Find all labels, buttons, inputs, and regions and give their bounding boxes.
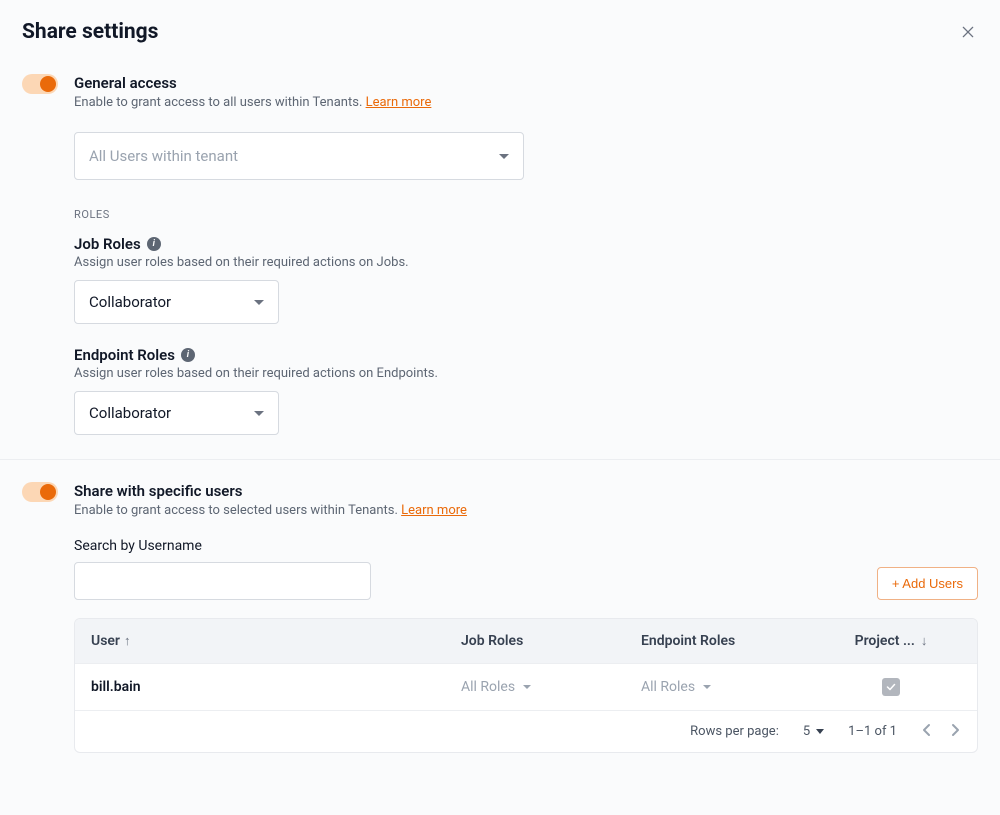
job-roles-select-value: Collaborator [89, 293, 171, 311]
chevron-left-icon [921, 723, 931, 737]
check-icon [885, 681, 897, 693]
chevron-down-icon [816, 729, 824, 734]
close-button[interactable] [958, 22, 978, 42]
tenant-select[interactable]: All Users within tenant [74, 132, 524, 180]
specific-users-section: Share with specific users Enable to gran… [22, 482, 978, 753]
column-header-endpoint-roles[interactable]: Endpoint Roles [641, 633, 821, 649]
job-roles-heading-text: Job Roles [74, 235, 141, 253]
close-icon [960, 24, 976, 40]
rows-per-page-select[interactable]: 5 [803, 724, 824, 739]
sort-descending-icon: ↓ [921, 633, 928, 649]
job-roles-cell-value: All Roles [461, 679, 515, 695]
column-header-user[interactable]: User ↑ [91, 633, 461, 649]
chevron-down-icon [523, 685, 531, 689]
chevron-down-icon [254, 300, 264, 305]
search-username-label: Search by Username [74, 538, 978, 554]
job-roles-desc: Assign user roles based on their require… [74, 255, 978, 270]
chevron-down-icon [499, 154, 509, 159]
page-title: Share settings [22, 20, 158, 44]
specific-users-toggle[interactable] [22, 482, 58, 502]
next-page-button[interactable] [951, 721, 961, 742]
user-cell: bill.bain [91, 679, 461, 695]
endpoint-roles-select-value: Collaborator [89, 404, 171, 422]
job-roles-select[interactable]: Collaborator [74, 280, 279, 324]
previous-page-button[interactable] [921, 721, 931, 742]
general-learn-more-link[interactable]: Learn more [366, 95, 432, 110]
endpoint-roles-desc: Assign user roles based on their require… [74, 366, 978, 381]
general-access-desc-text: Enable to grant access to all users with… [74, 95, 366, 110]
column-header-project[interactable]: Project ... ↓ [821, 633, 961, 649]
endpoint-roles-select[interactable]: Collaborator [74, 391, 279, 435]
section-divider [0, 459, 1000, 460]
column-header-job-roles[interactable]: Job Roles [461, 633, 641, 649]
search-username-input[interactable] [74, 562, 371, 600]
chevron-right-icon [951, 723, 961, 737]
job-roles-cell[interactable]: All Roles [461, 679, 641, 695]
general-access-description: Enable to grant access to all users with… [74, 95, 978, 110]
general-access-toggle[interactable] [22, 74, 58, 94]
chevron-down-icon [703, 685, 711, 689]
search-row: + Add Users [74, 562, 978, 600]
specific-users-desc-text: Enable to grant access to selected users… [74, 503, 401, 518]
pagination-range-text: 1–1 of 1 [848, 724, 897, 739]
roles-section-label: ROLES [74, 208, 978, 221]
toggle-knob-icon [40, 484, 56, 500]
info-icon[interactable]: i [181, 348, 195, 362]
table-header-row: User ↑ Job Roles Endpoint Roles Project … [75, 619, 977, 663]
sort-ascending-icon: ↑ [124, 633, 131, 649]
chevron-down-icon [254, 411, 264, 416]
info-icon[interactable]: i [147, 237, 161, 251]
endpoint-roles-cell[interactable]: All Roles [641, 679, 821, 695]
add-users-button[interactable]: + Add Users [877, 567, 978, 600]
general-access-heading: General access [74, 74, 978, 92]
rows-per-page-value: 5 [803, 724, 810, 739]
table-footer: Rows per page: 5 1–1 of 1 [75, 710, 977, 752]
project-cell [821, 678, 961, 696]
general-access-section: General access Enable to grant access to… [22, 74, 978, 435]
column-header-project-text: Project ... [855, 633, 915, 649]
users-table: User ↑ Job Roles Endpoint Roles Project … [74, 618, 978, 753]
toggle-knob-icon [40, 76, 56, 92]
job-roles-heading: Job Roles i [74, 235, 978, 253]
column-header-user-text: User [91, 633, 120, 649]
pager [921, 721, 961, 742]
specific-users-description: Enable to grant access to selected users… [74, 503, 978, 518]
specific-learn-more-link[interactable]: Learn more [401, 503, 467, 518]
dialog-header: Share settings [22, 20, 978, 44]
endpoint-roles-cell-value: All Roles [641, 679, 695, 695]
table-row: bill.bain All Roles All Roles [75, 663, 977, 710]
tenant-select-value: All Users within tenant [89, 147, 238, 165]
rows-per-page-label: Rows per page: [690, 724, 779, 739]
endpoint-roles-heading: Endpoint Roles i [74, 346, 978, 364]
specific-users-heading: Share with specific users [74, 482, 978, 500]
endpoint-roles-heading-text: Endpoint Roles [74, 346, 175, 364]
project-checkbox[interactable] [882, 678, 900, 696]
